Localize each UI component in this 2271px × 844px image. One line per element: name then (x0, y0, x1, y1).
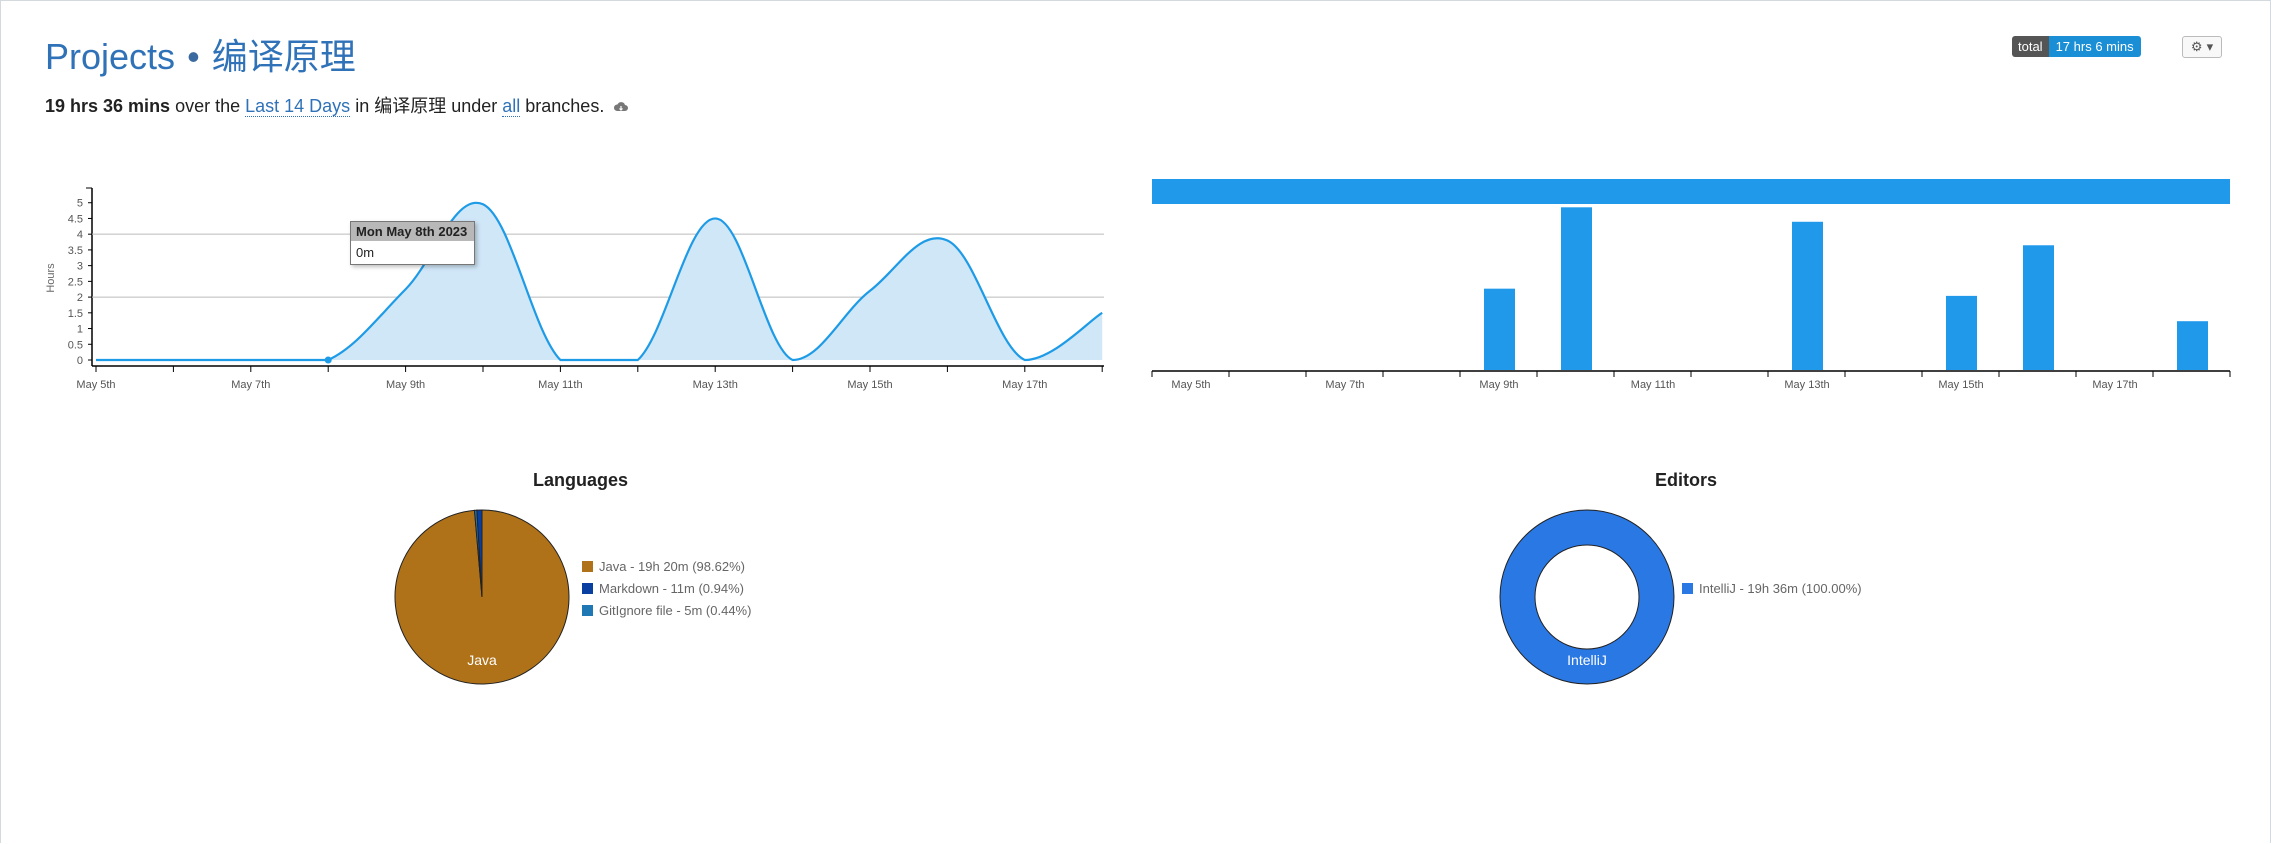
y-tick-label: 2 (77, 292, 83, 304)
y-tick-label: 3 (77, 261, 83, 273)
gear-icon: ⚙ (2190, 39, 2203, 54)
legend-swatch (582, 560, 593, 572)
languages-legend: Java - 19h 20m (98.62%) Markdown - 11m (0… (582, 555, 751, 621)
legend-item[interactable]: GitIgnore file - 5m (0.44%) (582, 599, 751, 621)
y-tick-label: 4.5 (68, 213, 83, 225)
y-tick-label: 0 (77, 355, 83, 367)
daily-bar-chart: May 5th May 7th May 9th May 11th May 13th May… (1151, 179, 2231, 391)
timeline-bar (1152, 179, 2230, 204)
editors-donut-chart: IntelliJ (1499, 509, 1675, 685)
settings-dropdown-button[interactable]: ⚙ ▾ (2182, 36, 2222, 58)
bar (1946, 295, 1977, 370)
legend-label: GitIgnore file - 5m (0.44%) (599, 602, 752, 618)
y-tick-label: 0.5 (68, 339, 83, 351)
x-tick-label: May 7th (1325, 379, 1364, 391)
date-range-link[interactable]: Last 14 Days (245, 96, 351, 117)
legend-label: Java - 19h 20m (98.62%) (599, 558, 745, 574)
bar (1484, 288, 1515, 370)
y-axis-label: Hours (45, 263, 57, 293)
total-badge-label: total (2012, 36, 2049, 57)
languages-pie-chart: Java (394, 509, 570, 685)
tooltip-value: 0m (356, 245, 375, 260)
donut-hole (1534, 544, 1640, 650)
summary-project: 编译原理 (374, 96, 447, 116)
legend-swatch (582, 604, 593, 616)
x-tick-label: May 13th (1784, 379, 1829, 391)
bar (1792, 221, 1823, 370)
hover-point (324, 356, 332, 364)
x-tick-label: May 17th (1002, 379, 1047, 391)
y-tick-label: 2.5 (68, 276, 83, 288)
cloud-icon[interactable] (613, 98, 629, 119)
legend-item[interactable]: Markdown - 11m (0.94%) (582, 577, 751, 599)
page-frame (0, 0, 2271, 843)
x-tick-label: May 5th (1171, 379, 1210, 391)
legend-item[interactable]: Java - 19h 20m (98.62%) (582, 555, 751, 577)
hours-area-chart: 0 0.5 1 1.5 2 2.5 3 3.5 4 4.5 5 Hours May 5th May 7th… (45, 187, 1104, 391)
y-tick-label: 3.5 (68, 245, 83, 257)
summary-total: 19 hrs 36 mins (45, 96, 171, 116)
y-tick-label: 4 (77, 229, 83, 241)
page-title: Projects • 编译原理 (45, 28, 356, 80)
legend-label: IntelliJ - 19h 36m (100.00%) (1699, 580, 1862, 596)
summary-line: 19 hrs 36 mins over the Last 14 Days in … (45, 92, 629, 119)
title-separator: • (187, 36, 200, 77)
summary-text-over: over the (170, 96, 246, 116)
area-fill (96, 202, 1103, 360)
branch-link[interactable]: all (502, 96, 521, 117)
bar (2177, 321, 2208, 370)
y-tick-label: 5 (77, 198, 83, 210)
projects-link[interactable]: Projects (45, 36, 175, 77)
x-tick-label: May 5th (76, 379, 115, 391)
x-tick-label: May 9th (386, 379, 425, 391)
languages-title: Languages (533, 470, 629, 490)
y-tick-label: 1.5 (68, 308, 83, 320)
legend-swatch (1682, 582, 1693, 594)
summary-text-under: under (446, 96, 503, 116)
bar (1561, 207, 1592, 370)
x-tick-label: May 13th (693, 379, 738, 391)
x-tick-label: May 9th (1479, 379, 1518, 391)
editors-title: Editors (1655, 470, 1718, 490)
legend-swatch (582, 582, 593, 594)
y-tick-label: 1 (77, 324, 83, 336)
pie-inner-label: IntelliJ (1567, 652, 1607, 668)
bar (2023, 245, 2054, 370)
pie-inner-label: Java (467, 652, 497, 668)
x-tick-label: May 15th (1938, 379, 1983, 391)
x-tick-label: May 15th (847, 379, 892, 391)
editors-legend: IntelliJ - 19h 36m (100.00%) (1682, 577, 1862, 599)
x-tick-label: May 17th (2092, 379, 2137, 391)
x-tick-label: May 11th (538, 379, 582, 391)
summary-text-in: in (350, 96, 375, 116)
total-badge-value: 17 hrs 6 mins (2048, 36, 2141, 57)
x-tick-label: May 7th (231, 379, 270, 391)
tooltip-title: Mon May 8th 2023 (351, 222, 474, 241)
caret-down-icon: ▾ (2206, 39, 2214, 54)
x-tick-label: May 11th (1631, 379, 1675, 391)
summary-text-branches: branches. (520, 96, 605, 116)
legend-item[interactable]: IntelliJ - 19h 36m (100.00%) (1682, 577, 1862, 599)
chart-tooltip: Mon May 8th 2023 0m (350, 221, 475, 265)
project-name: 编译原理 (211, 36, 356, 77)
legend-label: Markdown - 11m (0.94%) (599, 580, 744, 596)
total-badge: total 17 hrs 6 mins (2012, 36, 2141, 57)
